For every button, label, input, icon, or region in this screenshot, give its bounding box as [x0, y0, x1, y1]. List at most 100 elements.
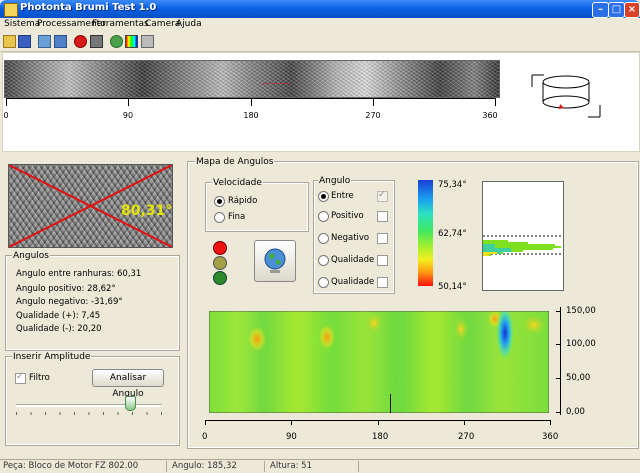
fina-label: Fina — [228, 212, 246, 222]
color-palette-icon[interactable] — [125, 35, 138, 48]
rapido-label: Rápido — [228, 196, 258, 206]
y-tick-label: 150,00 — [566, 306, 596, 316]
histogram-plot — [483, 235, 563, 256]
status-part: Peça: Bloco de Motor FZ 802.00 — [3, 461, 139, 471]
globe-icon — [264, 248, 286, 273]
radio-positivo[interactable] — [318, 211, 329, 222]
strip-axis: 0 90 180 270 360 — [3, 98, 498, 120]
quality-positive: Qualidade (+): 7,45 — [16, 311, 101, 321]
title-bar: Photonta Brumi Test 1.0 – □ × — [0, 0, 640, 18]
quality-negative: Qualidade (-): 20,20 — [16, 324, 102, 334]
radio-qualidade-minus[interactable] — [318, 277, 329, 288]
globe-button[interactable] — [254, 240, 296, 282]
app-icon — [4, 3, 18, 17]
axis-tick-label: 270 — [365, 111, 381, 120]
positive-angle: Angulo positivo: 28,62° — [16, 284, 116, 294]
angle-between-grooves: Angulo entre ranhuras: 60,31 — [16, 269, 142, 279]
velocidade-group — [205, 182, 309, 232]
status-height: Altura: 51 — [270, 461, 312, 471]
maximize-button[interactable]: □ — [608, 2, 625, 18]
negative-angle: Angulo negativo: -31,69° — [16, 297, 123, 307]
x-tick — [205, 420, 206, 425]
open-folder-icon[interactable] — [3, 35, 16, 48]
amplitude-slider-track[interactable] — [16, 404, 162, 407]
slider-ticks — [16, 412, 162, 415]
radio-entre[interactable] — [318, 191, 329, 202]
x-tick — [464, 420, 465, 425]
filtro-checkbox[interactable] — [15, 372, 26, 384]
axis-tick-label: 360 — [482, 111, 498, 120]
angulo-title: Angulo — [318, 176, 352, 186]
axis-tick-label: 0 — [3, 111, 9, 120]
qualidade-minus-label: Qualidade - — [331, 277, 381, 287]
entre-label: Entre — [331, 191, 354, 201]
position-marker — [263, 83, 289, 86]
map-icon[interactable] — [110, 35, 123, 48]
angle-overlay-value: 80,31° — [121, 203, 173, 219]
radio-fina[interactable] — [214, 212, 225, 223]
save-icon[interactable] — [18, 35, 31, 48]
record-icon[interactable] — [74, 35, 87, 48]
radio-qualidade-plus[interactable] — [318, 255, 329, 266]
unwrapped-surface-image[interactable] — [4, 60, 500, 98]
positivo-checkbox[interactable] — [377, 211, 388, 222]
angulos-group-title: Angulos — [12, 251, 50, 261]
status-light-yellow — [213, 256, 227, 270]
y-tick — [556, 412, 561, 413]
qualidade-minus-checkbox[interactable] — [377, 277, 388, 288]
x-tick-label: 0 — [202, 432, 208, 442]
menu-ferramentas[interactable]: Ferramentas — [92, 19, 149, 29]
colorbar-top-label: 75,34° — [438, 180, 467, 190]
color-scale-bar — [418, 180, 433, 286]
x-tick — [291, 420, 292, 425]
qualidade-plus-checkbox[interactable] — [377, 255, 388, 266]
inserir-amplitude-title: Inserir Amplitude — [12, 352, 92, 362]
radio-negativo[interactable] — [318, 233, 329, 244]
analisar-angulo-button[interactable]: Analisar Angulo — [92, 369, 164, 399]
mapa-title: Mapa de Angulos — [195, 157, 275, 167]
y-tick-label: 0,00 — [566, 407, 585, 417]
menu-ajuda[interactable]: Ajuda — [176, 19, 202, 29]
y-tick-label: 100,00 — [566, 339, 596, 349]
negativo-label: Negativo — [331, 233, 370, 243]
radio-rapido[interactable] — [214, 196, 225, 207]
window-title: Photonta Brumi Test 1.0 — [20, 2, 157, 13]
minimize-button[interactable]: – — [592, 2, 609, 18]
entre-checkbox[interactable] — [377, 190, 388, 202]
negativo-checkbox[interactable] — [377, 233, 388, 244]
angle-preview-image: 80,31° — [8, 164, 173, 248]
axis-tick-label: 180 — [243, 111, 259, 120]
y-tick — [556, 378, 561, 379]
camera-icon[interactable] — [90, 35, 103, 48]
menu-sistema[interactable]: Sistema — [4, 19, 40, 29]
axis-tick — [251, 98, 252, 106]
velocidade-title: Velocidade — [212, 178, 263, 188]
amplitude-slider-thumb[interactable] — [125, 396, 136, 411]
status-bar: Peça: Bloco de Motor FZ 802.00 Angulo: 1… — [0, 459, 640, 473]
menu-bar: Sistema Processamento Ferramentas Camera… — [0, 18, 640, 31]
status-light-green — [213, 271, 227, 285]
toolbar — [0, 31, 640, 52]
axis-tick-label: 90 — [122, 111, 134, 120]
angle-histogram — [482, 181, 564, 291]
x-tick — [378, 420, 379, 425]
paste-icon[interactable] — [54, 35, 67, 48]
close-button[interactable]: × — [624, 2, 640, 18]
x-tick-label: 360 — [542, 432, 559, 442]
filtro-label: Filtro — [29, 373, 50, 383]
positivo-label: Positivo — [331, 211, 364, 221]
cylinder-diagram — [531, 74, 601, 118]
x-tick-label: 270 — [458, 432, 475, 442]
print-icon[interactable] — [141, 35, 154, 48]
heatmap-y-axis — [560, 307, 561, 415]
angle-heatmap — [209, 311, 549, 413]
y-tick-label: 50,00 — [566, 373, 591, 383]
axis-tick — [495, 98, 496, 106]
status-light-red — [213, 241, 227, 255]
axis-tick — [6, 98, 7, 106]
x-tick-label: 180 — [372, 432, 389, 442]
axis-tick — [128, 98, 129, 106]
status-angle: Angulo: 185,32 — [172, 461, 237, 471]
axis-tick — [373, 98, 374, 106]
copy-icon[interactable] — [38, 35, 51, 48]
